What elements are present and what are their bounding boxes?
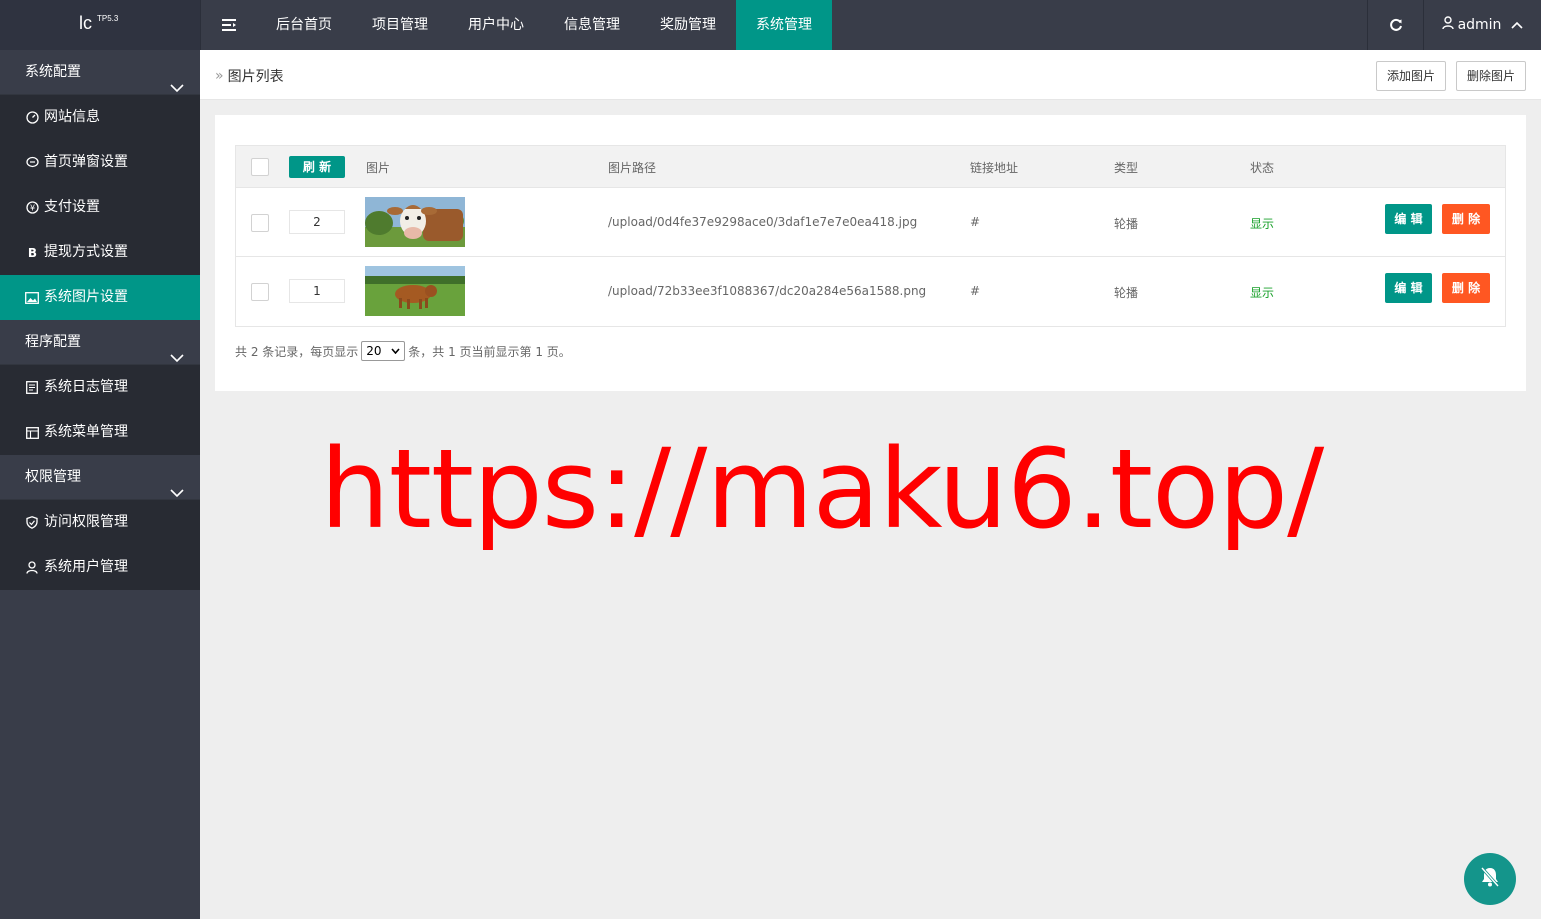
sidebar-item-label: 首页弹窗设置 — [44, 154, 128, 170]
notification-off-button[interactable] — [1464, 853, 1516, 905]
sidebar-item-image-settings[interactable]: 系统图片设置 — [0, 275, 200, 320]
top-navbar: lc TP5.3 后台首页 项目管理 用户中心 信息管理 奖励管理 系统管理 a… — [0, 0, 1541, 50]
chevron-down-icon — [391, 348, 400, 354]
table-icon — [25, 426, 39, 440]
menu-toggle-icon[interactable] — [200, 0, 256, 50]
table-row: 1 /upload/72b33ee3f1088367/dc20a284e56a1… — [236, 257, 1505, 326]
row-checkbox[interactable] — [251, 214, 269, 232]
delete-images-button[interactable]: 删除图片 — [1456, 61, 1527, 91]
per-page-select[interactable]: 20 — [361, 341, 406, 361]
sidebar-item-payment[interactable]: ¥ 支付设置 — [0, 185, 200, 230]
link-address: # — [970, 284, 981, 298]
image-path: /upload/0d4fe37e9298ace0/3daf1e7e7e0ea41… — [608, 215, 918, 229]
logo-text: lc — [79, 13, 92, 33]
dashboard-icon — [25, 111, 39, 125]
image-icon — [25, 291, 39, 305]
refresh-icon[interactable] — [1367, 0, 1423, 50]
delete-button[interactable]: 删 除 — [1442, 273, 1490, 303]
user-menu[interactable]: admin — [1423, 0, 1541, 50]
nav-system[interactable]: 系统管理 — [736, 0, 832, 50]
nav-rewards[interactable]: 奖励管理 — [640, 0, 736, 50]
sidebar-item-label: 访问权限管理 — [44, 514, 128, 530]
sidebar-item-label: 系统日志管理 — [44, 379, 128, 395]
edit-button[interactable]: 编 辑 — [1385, 204, 1432, 234]
sidebar-item-label: 提现方式设置 — [44, 244, 128, 260]
sidebar-item-label: 系统用户管理 — [44, 559, 128, 575]
content-header: » 图片列表 添加图片 删除图片 — [200, 50, 1541, 100]
pagination-info: 共 2 条记录，每页显示 20 条，共 1 页当前显示第 1 页。 — [235, 341, 571, 361]
user-icon — [25, 561, 39, 575]
shield-icon — [25, 516, 39, 530]
chevron-down-icon — [170, 67, 184, 112]
user-icon — [1441, 16, 1454, 34]
user-name: admin — [1457, 17, 1502, 33]
chevron-up-icon — [1511, 17, 1524, 33]
delete-button[interactable]: 删 除 — [1442, 204, 1490, 234]
column-header-status: 状态 — [1250, 161, 1275, 175]
bitcoin-icon: B — [25, 246, 39, 260]
image-list-card: 刷 新 图片 图片路径 链接地址 类型 状态 2 /upload/0d4fe37… — [215, 115, 1526, 391]
double-chevron-right-icon: » — [215, 68, 224, 84]
cow-thumbnail — [365, 197, 465, 247]
sidebar-group-system-config[interactable]: 系统配置 — [0, 50, 200, 95]
breadcrumb: » 图片列表 — [215, 66, 284, 86]
sidebar-item-sys-users[interactable]: 系统用户管理 — [0, 545, 200, 590]
top-nav: 后台首页 项目管理 用户中心 信息管理 奖励管理 系统管理 — [256, 0, 832, 50]
sidebar-group-label: 程序配置 — [25, 334, 81, 350]
svg-text:¥: ¥ — [29, 204, 34, 213]
row-checkbox[interactable] — [251, 283, 269, 301]
nav-projects[interactable]: 项目管理 — [352, 0, 448, 50]
sidebar-group-label: 权限管理 — [25, 469, 81, 485]
logo: lc TP5.3 — [0, 0, 200, 50]
per-page-value: 20 — [366, 344, 382, 358]
sidebar-group-label: 系统配置 — [25, 64, 81, 80]
image-type: 轮播 — [1114, 286, 1139, 300]
status-badge[interactable]: 显示 — [1250, 284, 1274, 301]
bell-off-icon — [1477, 864, 1503, 894]
table-header: 刷 新 图片 图片路径 链接地址 类型 状态 — [236, 146, 1505, 188]
add-image-button[interactable]: 添加图片 — [1376, 61, 1447, 91]
nav-users[interactable]: 用户中心 — [448, 0, 544, 50]
nav-info[interactable]: 信息管理 — [544, 0, 640, 50]
sidebar-item-menus[interactable]: 系统菜单管理 — [0, 410, 200, 455]
table-row: 2 /upload/0d4fe37e9298ace0/3daf1e7e7e0ea… — [236, 188, 1505, 257]
image-table: 刷 新 图片 图片路径 链接地址 类型 状态 2 /upload/0d4fe37… — [235, 145, 1506, 327]
bull-thumbnail — [365, 266, 465, 316]
pager-prefix: 共 2 条记录，每页显示 — [235, 344, 359, 359]
column-header-path: 图片路径 — [608, 161, 657, 175]
column-header-image: 图片 — [366, 161, 391, 175]
edit-button[interactable]: 编 辑 — [1385, 273, 1432, 303]
refresh-sort-button[interactable]: 刷 新 — [289, 156, 345, 178]
page-title: 图片列表 — [227, 69, 284, 85]
pager-suffix: 条，共 1 页当前显示第 1 页。 — [408, 344, 571, 359]
sidebar-item-label: 系统菜单管理 — [44, 424, 128, 440]
column-header-type: 类型 — [1114, 161, 1139, 175]
sidebar-item-label: 支付设置 — [44, 199, 100, 215]
status-badge[interactable]: 显示 — [1250, 215, 1274, 232]
yen-icon: ¥ — [25, 201, 39, 215]
watermark-url: https://maku6.top/ — [320, 425, 1324, 553]
sidebar: 系统配置 网站信息 首页弹窗设置 ¥ 支付设置 B 提现方式设置 系统图片设置 … — [0, 50, 200, 919]
chat-icon — [25, 156, 39, 170]
sidebar-item-label: 网站信息 — [44, 109, 100, 125]
chevron-down-icon — [170, 337, 184, 382]
link-address: # — [970, 215, 981, 229]
svg-text:B: B — [27, 246, 36, 259]
chevron-down-icon — [170, 472, 184, 517]
sidebar-item-withdraw[interactable]: B 提现方式设置 — [0, 230, 200, 275]
sidebar-group-program-config[interactable]: 程序配置 — [0, 320, 200, 365]
image-type: 轮播 — [1114, 217, 1139, 231]
document-icon — [25, 381, 39, 395]
nav-dashboard[interactable]: 后台首页 — [256, 0, 352, 50]
select-all-checkbox[interactable] — [251, 158, 269, 176]
image-path: /upload/72b33ee3f1088367/dc20a284e56a158… — [608, 284, 927, 298]
sidebar-group-permissions[interactable]: 权限管理 — [0, 455, 200, 500]
sidebar-item-label: 系统图片设置 — [44, 289, 128, 305]
sidebar-item-popup-settings[interactable]: 首页弹窗设置 — [0, 140, 200, 185]
sort-order-input[interactable]: 2 — [289, 210, 345, 234]
logo-version: TP5.3 — [97, 14, 119, 23]
column-header-link: 链接地址 — [970, 161, 1019, 175]
sort-order-input[interactable]: 1 — [289, 279, 345, 303]
